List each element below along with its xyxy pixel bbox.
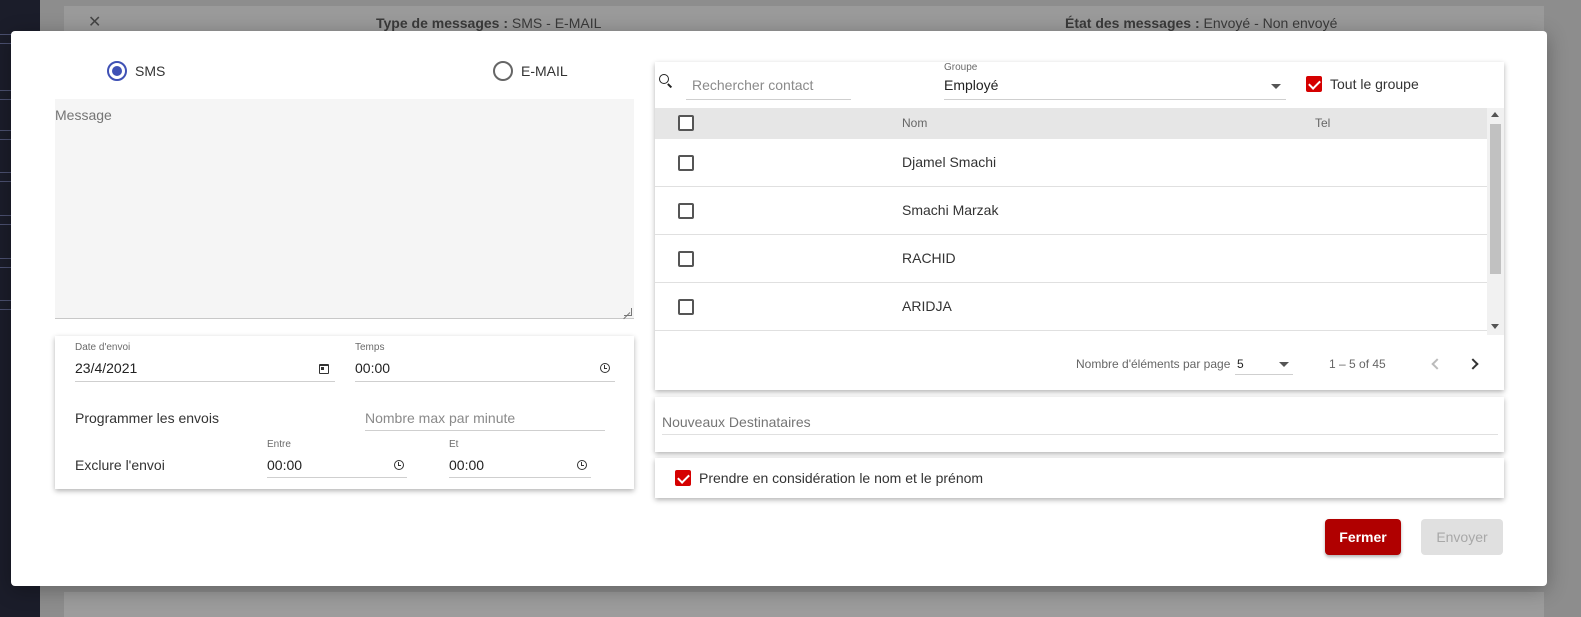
date-underline <box>75 381 335 382</box>
background-close-icon: ✕ <box>88 14 102 31</box>
row-checkbox[interactable] <box>678 251 694 267</box>
clock-icon[interactable] <box>577 460 587 470</box>
schedule-card: Date d'envoi 23/4/2021 Temps 00:00 Progr… <box>55 336 634 489</box>
scroll-up-icon[interactable] <box>1491 112 1499 117</box>
between-label: Entre <box>267 439 291 450</box>
column-header-name[interactable]: Nom <box>902 116 927 130</box>
search-contact-input[interactable]: Rechercher contact <box>692 77 813 93</box>
radio-email-label: E-MAIL <box>521 63 568 79</box>
row-checkbox[interactable] <box>678 299 694 315</box>
and-time-input[interactable]: 00:00 <box>449 457 484 473</box>
message-textarea[interactable]: Message <box>55 99 634 319</box>
table-header: Nom Tel <box>655 108 1487 139</box>
close-button[interactable]: Fermer <box>1325 519 1401 555</box>
resize-handle-icon[interactable] <box>624 308 632 316</box>
send-message-dialog: SMS E-MAIL Message Date d'envoi 23/4/202… <box>11 31 1547 586</box>
radio-email[interactable]: E-MAIL <box>493 61 568 81</box>
group-select[interactable]: Employé <box>944 77 998 93</box>
radio-sms[interactable]: SMS <box>107 61 165 81</box>
between-underline <box>267 477 407 478</box>
page-size-underline <box>1235 374 1293 375</box>
radio-sms-label: SMS <box>135 63 166 79</box>
column-header-tel[interactable]: Tel <box>1315 116 1330 130</box>
new-recipients-input[interactable]: Nouveaux Destinataires <box>662 414 811 430</box>
page-size-label: Nombre d'éléments par page <box>1076 357 1231 371</box>
between-time-input[interactable]: 00:00 <box>267 457 302 473</box>
time-underline <box>355 381 615 382</box>
consider-name-label: Prendre en considération le nom et le pr… <box>699 470 984 486</box>
page-range: 1 – 5 of 45 <box>1329 357 1386 371</box>
whole-group-label: Tout le groupe <box>1330 76 1419 92</box>
contact-name: Djamel Smachi <box>902 154 997 170</box>
select-all-checkbox[interactable] <box>678 115 694 131</box>
scroll-down-icon[interactable] <box>1491 324 1499 329</box>
row-checkbox[interactable] <box>678 203 694 219</box>
background-message-type: Type de messages : SMS - E-MAIL <box>376 15 602 31</box>
clock-icon[interactable] <box>394 460 404 470</box>
program-sends-label: Programmer les envois <box>75 410 219 426</box>
group-underline <box>944 99 1286 100</box>
radio-email-indicator[interactable] <box>493 61 513 81</box>
and-underline <box>449 477 591 478</box>
time-label: Temps <box>355 342 385 353</box>
background-bottom-bar <box>64 592 1544 617</box>
new-recipients-underline <box>662 434 1498 435</box>
date-input[interactable]: 23/4/2021 <box>75 360 137 376</box>
radio-sms-indicator[interactable] <box>107 61 127 81</box>
calendar-icon[interactable] <box>319 364 329 374</box>
previous-page-icon[interactable] <box>1431 358 1443 370</box>
search-underline <box>686 99 851 100</box>
page-size-select[interactable]: 5 <box>1237 357 1244 371</box>
max-per-minute-input[interactable]: Nombre max par minute <box>365 410 515 426</box>
contact-name: Smachi Marzak <box>902 202 999 218</box>
table-row[interactable]: Smachi Marzak <box>655 187 1487 235</box>
exclude-send-label: Exclure l'envoi <box>75 457 165 473</box>
chevron-down-icon[interactable] <box>1279 362 1289 367</box>
contacts-card: Rechercher contact Groupe Employé Tout l… <box>655 62 1504 390</box>
and-label: Et <box>449 439 459 450</box>
new-recipients-card: Nouveaux Destinataires <box>655 397 1504 452</box>
scrollbar-thumb[interactable] <box>1490 124 1501 274</box>
contact-name: ARIDJA <box>902 298 952 314</box>
table-row[interactable]: RACHID <box>655 235 1487 283</box>
clock-icon[interactable] <box>600 363 610 373</box>
group-label: Groupe <box>944 62 978 73</box>
next-page-icon[interactable] <box>1467 358 1479 370</box>
consider-name-card: Prendre en considération le nom et le pr… <box>655 458 1504 498</box>
search-icon <box>659 74 669 84</box>
max-per-minute-underline <box>365 430 605 431</box>
table-row[interactable]: ARIDJA <box>655 283 1487 331</box>
chevron-down-icon[interactable] <box>1271 84 1281 89</box>
row-checkbox[interactable] <box>678 155 694 171</box>
contact-name: RACHID <box>902 250 956 266</box>
consider-name-checkbox[interactable] <box>675 470 691 486</box>
table-row[interactable]: Djamel Smachi <box>655 139 1487 187</box>
background-message-state: État des messages : Envoyé - Non envoyé <box>1065 15 1338 31</box>
message-placeholder: Message <box>55 107 112 123</box>
time-input[interactable]: 00:00 <box>355 360 390 376</box>
date-label: Date d'envoi <box>75 342 131 353</box>
whole-group-checkbox[interactable] <box>1306 76 1322 92</box>
send-button[interactable]: Envoyer <box>1421 519 1503 555</box>
